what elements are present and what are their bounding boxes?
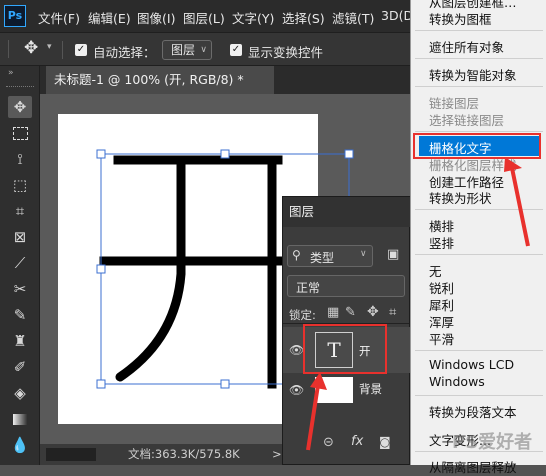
red-arrow-to-layer bbox=[306, 372, 327, 451]
watermark: PS爱好者 bbox=[452, 432, 533, 453]
red-arrow-to-menu bbox=[504, 157, 530, 247]
annotation-arrows bbox=[306, 157, 530, 451]
